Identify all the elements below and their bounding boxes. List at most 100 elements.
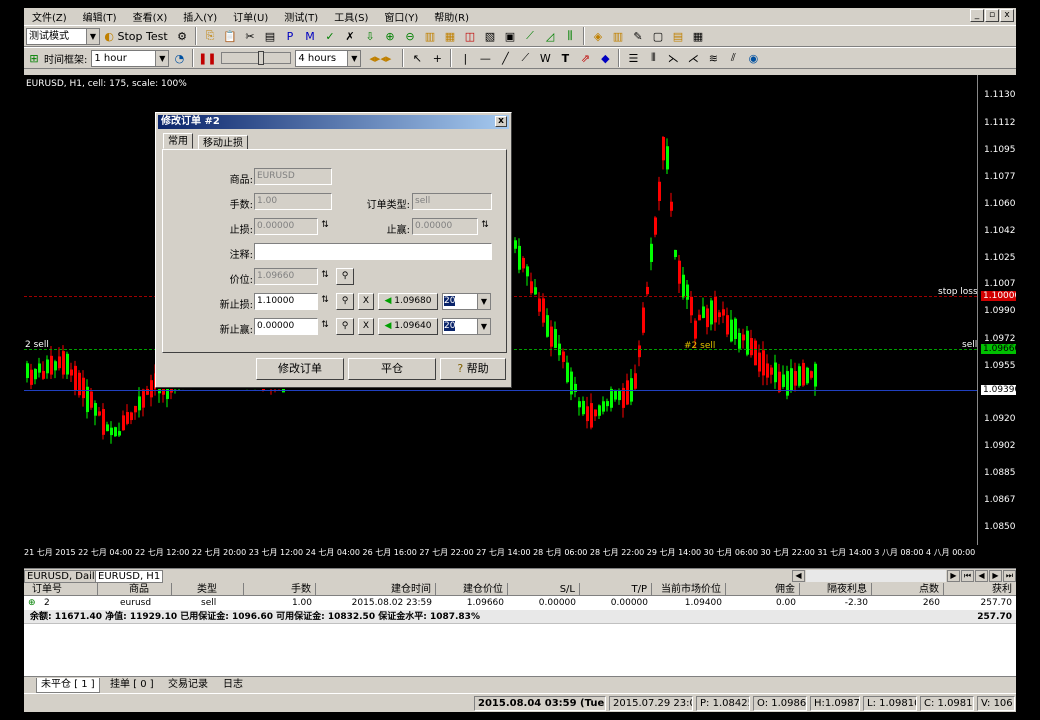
speed-icon[interactable]: ◔ xyxy=(170,49,188,67)
table-row[interactable]: ⊕ 2 eurusd sell 1.00 2015.08.02 23:59 1.… xyxy=(24,597,1016,610)
new-tp-input[interactable]: 0.00000 xyxy=(254,318,318,335)
col-points[interactable]: 点数 xyxy=(872,583,944,596)
settings-icon[interactable]: ⚙ xyxy=(173,27,191,45)
menu-window[interactable]: 窗口(Y) xyxy=(376,9,426,24)
vertical-line-icon[interactable]: | xyxy=(456,49,474,67)
horizontal-line-icon[interactable]: — xyxy=(476,49,494,67)
channel-icon[interactable]: ≋ xyxy=(704,49,722,67)
close-position-button[interactable]: 平仓 xyxy=(348,358,436,380)
target-icon[interactable]: ◉ xyxy=(744,49,762,67)
scroll-prev-icon[interactable]: ◀ xyxy=(975,570,988,582)
col-market-price[interactable]: 当前市场价位 xyxy=(652,583,726,596)
tab-open-positions[interactable]: 未平仓 [ 1 ] xyxy=(36,678,100,693)
restore-button[interactable]: ▫ xyxy=(985,9,999,22)
zoom-in-icon[interactable]: ⊕ xyxy=(381,27,399,45)
candle-icon[interactable]: ⫼ xyxy=(561,27,579,45)
menu-view[interactable]: 查看(X) xyxy=(125,9,176,24)
fan-icon[interactable]: ⋌ xyxy=(684,49,702,67)
tab-eurusd-h1[interactable]: EURUSD, H1 xyxy=(95,570,164,583)
step-icons[interactable]: ◂▸◂▸ xyxy=(362,49,398,67)
slider-thumb[interactable] xyxy=(258,51,265,65)
cursor-icon[interactable]: ↖ xyxy=(408,49,426,67)
col-order[interactable]: 订单号 xyxy=(24,583,98,596)
menu-tools[interactable]: 工具(S) xyxy=(326,9,376,24)
chart-bar-icon[interactable]: ▥ xyxy=(421,27,439,45)
pause-icon[interactable]: ❚❚ xyxy=(198,49,216,67)
col-open-time[interactable]: 建仓时间 xyxy=(316,583,436,596)
col-symbol[interactable]: 商品 xyxy=(98,583,172,596)
pin-icon[interactable]: ⚲ xyxy=(336,268,354,285)
p-icon[interactable]: P xyxy=(281,27,299,45)
paste-icon[interactable]: 📋 xyxy=(221,27,239,45)
add-icon[interactable]: ⊞ xyxy=(25,49,43,67)
window-icon[interactable]: ▣ xyxy=(501,27,519,45)
tab-trailing-stop[interactable]: 移动止损 xyxy=(198,135,248,149)
menu-test[interactable]: 测试(T) xyxy=(276,9,326,24)
pitchfork-icon[interactable]: ⫽ xyxy=(724,49,742,67)
grid-icon[interactable]: ▦ xyxy=(689,27,707,45)
col-sl[interactable]: S/L xyxy=(508,583,580,596)
scroll-left-icon[interactable]: ◀ xyxy=(792,570,805,582)
arrow-marker-icon[interactable]: ⇗ xyxy=(576,49,594,67)
speed-slider[interactable] xyxy=(221,51,292,65)
modify-order-button[interactable]: 修改订单 xyxy=(256,358,344,380)
bars-icon[interactable]: ⦀ xyxy=(644,49,662,67)
crosshair-icon[interactable]: + xyxy=(428,49,446,67)
chart-window[interactable]: EURUSD, H1, cell: 175, scale: 100% stop … xyxy=(24,75,1016,568)
pin-icon[interactable]: ⚲ xyxy=(336,293,354,310)
stop-test-button[interactable]: ◐ Stop Test xyxy=(101,27,171,45)
scroll-last-icon[interactable]: ⏭ xyxy=(1003,570,1016,582)
col-open-price[interactable]: 建仓价位 xyxy=(436,583,508,596)
col-commission[interactable]: 佣金 xyxy=(726,583,800,596)
new-sl-points-select[interactable]: 20 ▼ xyxy=(442,293,491,310)
copy-sl-button[interactable]: ◀ 1.09680 xyxy=(378,293,438,310)
help-button[interactable]: ? 帮助 xyxy=(440,358,506,380)
comment-input[interactable] xyxy=(254,243,492,260)
tab-history[interactable]: 交易记录 xyxy=(164,678,212,692)
mode-combo[interactable]: 测试模式 ▼ xyxy=(26,27,100,45)
menu-file[interactable]: 文件(Z) xyxy=(24,9,75,24)
tab-general[interactable]: 常用 xyxy=(163,133,193,149)
dialog-title[interactable]: 修改订单 #2 x xyxy=(158,115,509,129)
pen-icon[interactable]: ✎ xyxy=(629,27,647,45)
col-type[interactable]: 类型 xyxy=(172,583,244,596)
camera-icon[interactable]: ▢ xyxy=(649,27,667,45)
menu-insert[interactable]: 插入(Y) xyxy=(175,9,225,24)
copy-icon[interactable]: ⎘ xyxy=(201,27,219,45)
close-window-button[interactable]: x xyxy=(1000,9,1014,22)
scroll-next-icon[interactable]: ▶ xyxy=(989,570,1002,582)
pin-icon[interactable]: ⚲ xyxy=(336,318,354,335)
x-doc-icon[interactable]: ✗ xyxy=(341,27,359,45)
cut-icon[interactable]: ✂ xyxy=(241,27,259,45)
trend-line-icon[interactable]: ╱ xyxy=(496,49,514,67)
template-icon[interactable]: ▧ xyxy=(481,27,499,45)
tab-journal[interactable]: 日志 xyxy=(219,678,247,692)
clear-tp-button[interactable]: X xyxy=(358,318,374,335)
minimize-button[interactable]: _ xyxy=(970,9,984,22)
shapes-icon[interactable]: ◆ xyxy=(596,49,614,67)
menu-help[interactable]: 帮助(R) xyxy=(426,9,477,24)
m-icon[interactable]: M xyxy=(301,27,319,45)
timeframe-combo[interactable]: 1 hour ▼ xyxy=(91,49,170,67)
text-icon[interactable]: T xyxy=(556,49,574,67)
list-icon[interactable]: ☰ xyxy=(624,49,642,67)
line-chart-icon[interactable]: ⟋ xyxy=(521,27,539,45)
menu-order[interactable]: 订单(U) xyxy=(225,9,276,24)
col-profit[interactable]: 获利 xyxy=(944,583,1016,596)
tab-pending-orders[interactable]: 挂单 [ 0 ] xyxy=(106,678,158,692)
folder-icon[interactable]: ▤ xyxy=(669,27,687,45)
expert-icon[interactable]: ▥ xyxy=(609,27,627,45)
ray-icon[interactable]: ⟋ xyxy=(516,49,534,67)
scroll-right-icon[interactable]: ▶ xyxy=(947,570,960,582)
period-combo[interactable]: 4 hours ▼ xyxy=(295,49,362,67)
new-sl-input[interactable]: 1.10000 xyxy=(254,293,318,310)
new-tp-points-select[interactable]: 20 ▼ xyxy=(442,318,491,335)
indicators-icon[interactable]: ◈ xyxy=(589,27,607,45)
col-swap[interactable]: 隔夜利息 xyxy=(800,583,872,596)
tab-eurusd-daily[interactable]: EURUSD, Daily xyxy=(24,570,104,583)
w-tool-icon[interactable]: W xyxy=(536,49,554,67)
new-doc-icon[interactable]: ▤ xyxy=(261,27,279,45)
copy-tp-button[interactable]: ◀ 1.09640 xyxy=(378,318,438,335)
objects-icon[interactable]: ◫ xyxy=(461,27,479,45)
clear-sl-button[interactable]: X xyxy=(358,293,374,310)
